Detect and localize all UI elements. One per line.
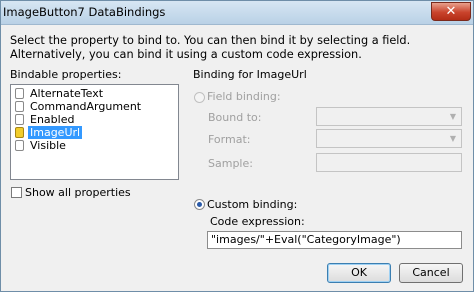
list-item-alternatetext[interactable]: AlternateText <box>15 87 105 101</box>
list-item-imageurl[interactable]: ImageUrl <box>15 126 83 140</box>
format-label: Format: <box>208 133 251 146</box>
bindable-properties-label: Bindable properties: <box>10 68 122 81</box>
chevron-down-icon: ▼ <box>449 134 457 143</box>
custom-binding-radio[interactable] <box>194 199 205 210</box>
sample-label: Sample: <box>208 157 253 170</box>
bound-to-combo[interactable]: ▼ <box>316 107 462 126</box>
property-icon <box>15 114 24 125</box>
close-button[interactable]: ✕ <box>431 2 471 21</box>
property-icon <box>15 88 24 99</box>
code-expression-input[interactable]: "images/"+Eval("CategoryImage") <box>207 231 462 249</box>
code-expression-label: Code expression: <box>210 215 305 228</box>
field-binding-radio[interactable] <box>194 92 205 103</box>
list-item-commandargument[interactable]: CommandArgument <box>15 100 143 114</box>
instructions-text: Select the property to bind to. You can … <box>10 34 411 61</box>
sample-field[interactable] <box>316 153 462 172</box>
bound-to-label: Bound to: <box>208 111 262 124</box>
list-item-visible[interactable]: Visible <box>15 139 68 153</box>
list-item-enabled[interactable]: Enabled <box>15 113 76 127</box>
binding-group-label: Binding for ImageUrl <box>193 68 307 81</box>
custom-binding-label: Custom binding: <box>207 198 298 211</box>
show-all-properties-checkbox[interactable] <box>11 187 22 198</box>
ok-button[interactable]: OK <box>327 263 391 283</box>
property-icon <box>15 101 24 112</box>
field-binding-label: Field binding: <box>207 90 281 103</box>
title-bar[interactable]: ImageButton7 DataBindings ✕ <box>1 1 473 25</box>
bindable-properties-list[interactable]: AlternateText CommandArgument Enabled Im… <box>10 84 179 180</box>
close-icon: ✕ <box>445 4 457 19</box>
cancel-button[interactable]: Cancel <box>399 263 463 283</box>
chevron-down-icon: ▼ <box>449 112 457 121</box>
property-icon <box>15 140 24 151</box>
bound-property-icon <box>15 127 24 138</box>
format-combo[interactable]: ▼ <box>316 129 462 148</box>
window-title: ImageButton7 DataBindings <box>3 5 166 19</box>
show-all-properties-label: Show all properties <box>25 186 131 199</box>
databindings-dialog: ImageButton7 DataBindings ✕ Select the p… <box>0 0 474 292</box>
